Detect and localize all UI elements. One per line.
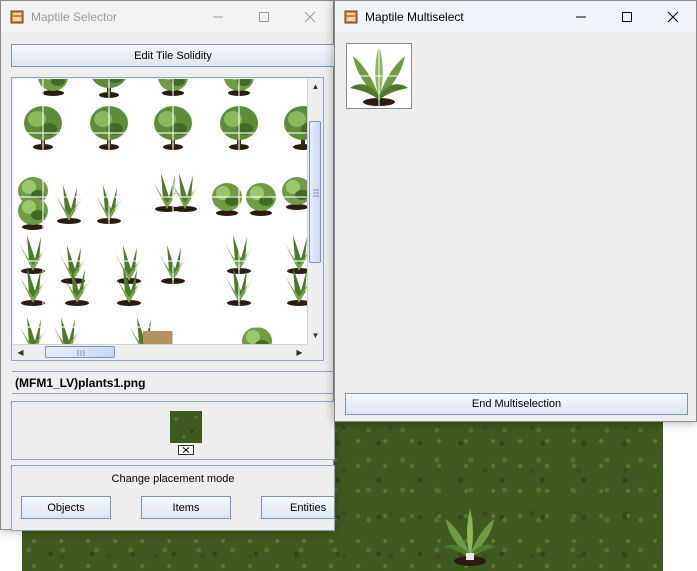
scroll-left-icon[interactable]: ◀ xyxy=(14,346,27,359)
window-app-icon xyxy=(344,10,358,23)
end-multiselection-button[interactable]: End Multiselection xyxy=(345,393,688,415)
plant-sprite-icon xyxy=(444,509,496,566)
scroll-right-icon[interactable]: ▶ xyxy=(293,346,306,359)
maptile-multiselect-window: Maptile Multiselect End Multiselection xyxy=(334,0,697,422)
maximize-icon[interactable] xyxy=(241,1,287,32)
selector-titlebar[interactable]: Maptile Selector xyxy=(1,1,333,32)
placement-mode-label: Change placement mode xyxy=(111,473,235,485)
maptile-selector-window: Maptile Selector Edit Tile Solidity ▲ ▼ … xyxy=(0,0,335,531)
tileset-vertical-scrollbar[interactable]: ▲ ▼ xyxy=(307,79,322,344)
plant-tile-icon[interactable] xyxy=(170,411,202,443)
plant-tile-icon xyxy=(347,44,411,108)
multiselect-tile-slot[interactable] xyxy=(346,43,412,109)
scroll-down-icon[interactable]: ▼ xyxy=(309,329,322,342)
tileset-sprites xyxy=(13,79,307,344)
horizontal-scroll-thumb[interactable] xyxy=(45,346,115,358)
remove-tile-icon[interactable] xyxy=(178,445,194,455)
maximize-icon[interactable] xyxy=(604,1,650,32)
scroll-up-icon[interactable]: ▲ xyxy=(309,80,322,93)
scroll-corner xyxy=(307,344,322,359)
objects-button[interactable]: Objects xyxy=(21,496,111,519)
tileset-horizontal-scrollbar[interactable]: ◀ ▶ xyxy=(13,344,307,359)
vertical-scroll-thumb[interactable] xyxy=(309,121,321,263)
tileset-viewport[interactable] xyxy=(13,79,307,344)
file-label-top-border xyxy=(12,371,334,372)
items-button[interactable]: Items xyxy=(141,496,231,519)
file-label-bottom-border xyxy=(12,393,334,394)
close-icon[interactable] xyxy=(650,1,696,32)
multiselect-titlebar[interactable]: Maptile Multiselect xyxy=(335,1,696,32)
tileset-file-label: (MFM1_LV)plants1.png xyxy=(15,376,146,390)
entities-button[interactable]: Entities xyxy=(261,496,335,519)
selector-title: Maptile Selector xyxy=(31,9,118,24)
multiselect-title: Maptile Multiselect xyxy=(365,9,464,24)
close-icon[interactable] xyxy=(287,1,333,32)
minimize-icon[interactable] xyxy=(195,1,241,32)
edit-tile-solidity-button[interactable]: Edit Tile Solidity xyxy=(11,44,335,67)
minimize-icon[interactable] xyxy=(558,1,604,32)
window-app-icon xyxy=(10,10,24,23)
